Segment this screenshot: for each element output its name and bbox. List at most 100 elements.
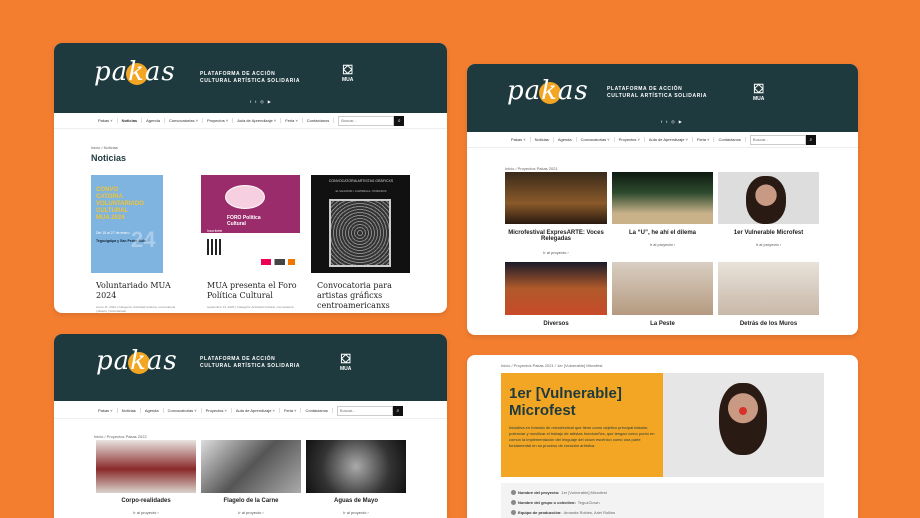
nav-item-agenda[interactable]: Agenda <box>142 118 165 123</box>
facebook-icon[interactable]: f <box>250 99 251 104</box>
nav-item-proyectos[interactable]: Proyectos ˅ <box>203 118 234 123</box>
poster-countries: EL SALVADOR • GUATEMALA • HONDURAS <box>335 190 387 193</box>
news-image-voluntariado[interactable]: CONVO CATORIA VOLUNTARIADO CULTURAL MUA … <box>91 175 163 273</box>
mua-text: MUA <box>340 366 352 372</box>
project-image-flagelo[interactable] <box>201 440 301 493</box>
mua-logo[interactable]: ⛋ MUA <box>753 83 764 102</box>
nav-item-contactanos[interactable]: Contáctanos <box>301 408 333 413</box>
instagram-icon[interactable]: ◎ <box>260 99 264 104</box>
project-image-corpo-realidades[interactable] <box>96 440 196 493</box>
news-image-foro[interactable]: FORO Política Cultural Inscríbete <box>201 175 300 273</box>
nav-item-noticias[interactable]: Noticias <box>531 137 554 142</box>
news-title[interactable]: Voluntariado MUA 2024 <box>96 281 171 301</box>
project-image-la-peste[interactable] <box>612 262 713 315</box>
page-title: Noticias <box>91 153 127 163</box>
project-title[interactable]: 1er Vulnerable Microfest <box>718 230 819 236</box>
logo-text: pakas <box>507 76 589 106</box>
project-title[interactable]: Diversos <box>505 321 607 327</box>
project-link[interactable]: Ir al proyecto › <box>505 250 607 255</box>
nav-item-contactanos[interactable]: Contáctanos <box>714 137 746 142</box>
mua-logo[interactable]: ⛋ MUA <box>340 353 352 372</box>
project-link[interactable]: Ir al proyecto › <box>306 510 406 515</box>
project-title[interactable]: Aguas de Mayo <box>306 498 406 504</box>
project-detail-card: Inicio / Proyectos Pakas 2021 / 1er [Vul… <box>467 355 858 518</box>
news-title[interactable]: MUA presenta el Foro Política Cultural <box>207 281 302 301</box>
info-label: Nombre del proyecto: <box>518 490 560 495</box>
news-title[interactable]: Convocatoria para artistas gráficxs cent… <box>317 281 407 311</box>
search-input[interactable] <box>338 115 395 126</box>
nav-item-convocatorias[interactable]: Convocatorias ˅ <box>164 408 202 413</box>
social-links: f t ◎ ▶ <box>250 99 271 104</box>
twitter-icon[interactable]: t <box>255 99 256 104</box>
pakas-logo[interactable]: pakas <box>96 346 178 376</box>
project-link[interactable]: Ir al proyecto › <box>718 242 819 247</box>
project-link[interactable]: Ir al proyecto › <box>201 510 301 515</box>
nav-item-feria[interactable]: Feria ˅ <box>693 137 715 142</box>
search-icon[interactable]: ⌕ <box>392 405 403 416</box>
search-icon[interactable]: ⌕ <box>394 115 405 126</box>
project-image-vulnerable[interactable] <box>718 172 819 224</box>
breadcrumb: Inicio / Proyectos Pakas 2021 <box>505 166 558 171</box>
nav-item-convocatorias[interactable]: Convocatorias ˅ <box>577 137 615 142</box>
info-bullet-icon <box>511 500 516 505</box>
search-box: ⌕ <box>749 134 816 145</box>
info-row: Equipo de producción: Amanda Robles, Ari… <box>511 510 615 515</box>
nav-item-noticias[interactable]: Noticias <box>118 408 141 413</box>
nav-item-pakas[interactable]: Pakas ˅ <box>507 137 531 142</box>
project-title[interactable]: Detrás de los Muros <box>718 321 819 327</box>
project-title[interactable]: Microfestival ExpresARTE: Voces Relegada… <box>505 230 607 242</box>
mua-logo[interactable]: ⛋ MUA <box>342 64 353 83</box>
twitter-icon[interactable]: t <box>666 119 667 124</box>
project-title[interactable]: Flagelo de la Carne <box>201 498 301 504</box>
project-image-expresarte[interactable] <box>505 172 607 224</box>
project-info-panel: Nombre del proyecto: 1er [Vulnerable] Mi… <box>501 483 824 518</box>
search-box: ⌕ <box>338 115 405 126</box>
nav-item-noticias[interactable]: Noticias <box>118 118 143 123</box>
project-title[interactable]: La “U”, he ahí el dilema <box>612 230 713 236</box>
nav-item-pakas[interactable]: Pakas ˅ <box>94 118 118 123</box>
nav-item-aula[interactable]: Aula de Aprendizaje ˅ <box>645 137 693 142</box>
nav-item-proyectos[interactable]: Proyectos ˅ <box>615 137 645 142</box>
pakas-logo[interactable]: pakas <box>94 57 176 87</box>
facebook-icon[interactable]: f <box>661 119 662 124</box>
youtube-icon[interactable]: ▶ <box>679 119 682 124</box>
instagram-icon[interactable]: ◎ <box>671 119 675 124</box>
youtube-icon[interactable]: ▶ <box>268 99 271 104</box>
main-nav: Pakas ˅ Noticias Agenda Convocatorias ˅ … <box>467 132 858 148</box>
project-title[interactable]: Corpo-realidades <box>96 498 196 504</box>
nav-item-feria[interactable]: Feria ˅ <box>280 408 302 413</box>
news-image-convocatoria[interactable]: CONVOCATORIA ARTISTAS GRÁFICXS EL SALVAD… <box>311 175 410 273</box>
search-icon[interactable]: ⌕ <box>805 134 816 145</box>
project-image-diversos[interactable] <box>505 262 607 315</box>
tagline: PLATAFORMA DE ACCIÓN CULTURAL ARTÍSTICA … <box>200 356 300 370</box>
nav-item-contactanos[interactable]: Contáctanos <box>303 118 335 123</box>
info-label: Nombre del grupo o colectivo: <box>518 500 576 505</box>
engraving-graphic <box>329 199 391 267</box>
search-input[interactable] <box>336 405 393 416</box>
project-title[interactable]: La Peste <box>612 321 713 327</box>
project-image-la-u[interactable] <box>612 172 713 224</box>
nav-item-convocatorias[interactable]: Convocatorias ˅ <box>165 118 203 123</box>
project-link[interactable]: Ir al proyecto › <box>96 510 196 515</box>
project-image-detras-muros[interactable] <box>718 262 819 315</box>
tagline-line-1: PLATAFORMA DE ACCIÓN <box>200 71 276 77</box>
search-input[interactable] <box>749 134 806 145</box>
nav-item-feria[interactable]: Feria ˅ <box>281 118 303 123</box>
info-row: Nombre del proyecto: 1er [Vulnerable] Mi… <box>511 490 607 495</box>
social-links: f t ◎ ▶ <box>661 119 682 124</box>
tagline: PLATAFORMA DE ACCIÓN CULTURAL ARTÍSTICA … <box>200 71 300 85</box>
noticias-page-card: pakas PLATAFORMA DE ACCIÓN CULTURAL ARTÍ… <box>54 43 447 313</box>
info-bullet-icon <box>511 490 516 495</box>
poster-year-graphic: 24 <box>131 227 156 252</box>
project-image-aguas-mayo[interactable] <box>306 440 406 493</box>
nav-item-agenda[interactable]: Agenda <box>554 137 577 142</box>
nav-item-aula[interactable]: Aula de Aprendizaje ˅ <box>232 408 280 413</box>
site-header: pakas PLATAFORMA DE ACCIÓN CULTURAL ARTÍ… <box>467 64 858 132</box>
tagline-line-2: CULTURAL ARTÍSTICA SOLIDARIA <box>607 93 708 99</box>
project-link[interactable]: Ir al proyecto › <box>612 242 713 247</box>
nav-item-aula[interactable]: Aula de Aprendizaje ˅ <box>233 118 282 123</box>
pakas-logo[interactable]: pakas <box>507 76 589 106</box>
nav-item-agenda[interactable]: Agenda <box>141 408 164 413</box>
nav-item-pakas[interactable]: Pakas ˅ <box>94 408 118 413</box>
nav-item-proyectos[interactable]: Proyectos ˅ <box>202 408 232 413</box>
